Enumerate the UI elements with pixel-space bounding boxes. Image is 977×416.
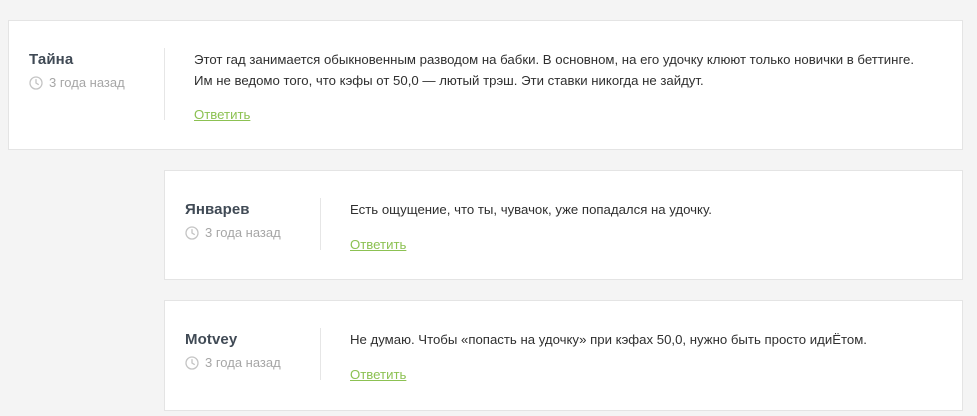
comment-time: 3 года назад xyxy=(185,225,281,240)
comment-card: Тайна 3 года назад Этот гад занимается о… xyxy=(8,20,963,150)
comment-time-label: 3 года назад xyxy=(205,225,281,240)
comment-text: Этот гад занимается обыкновенным разводо… xyxy=(194,52,914,88)
comment-divider xyxy=(320,198,321,250)
comment-card-reply: Motvey 3 года назад Не думаю. Чтобы «поп… xyxy=(164,300,963,411)
comment-meta: Тайна 3 года назад xyxy=(29,51,125,90)
comment-divider xyxy=(164,48,165,120)
comment-meta: Motvey 3 года назад xyxy=(185,331,281,370)
reply-link[interactable]: Ответить xyxy=(194,107,250,122)
comment-author: Январев xyxy=(185,201,250,218)
comment-time: 3 года назад xyxy=(185,355,281,370)
comment-text: Не думаю. Чтобы «попасть на удочку» при … xyxy=(350,332,867,347)
clock-icon xyxy=(185,225,199,240)
comment-text: Есть ощущение, что ты, чувачок, уже попа… xyxy=(350,202,712,217)
comment-author: Motvey xyxy=(185,331,238,348)
reply-link[interactable]: Ответить xyxy=(350,367,406,382)
comment-time: 3 года назад xyxy=(29,75,125,90)
comment-divider xyxy=(320,328,321,380)
comment-author: Тайна xyxy=(29,51,74,68)
comment-meta: Январев 3 года назад xyxy=(185,201,281,240)
clock-icon xyxy=(185,355,199,370)
clock-icon xyxy=(29,75,43,90)
comment-time-label: 3 года назад xyxy=(49,75,125,90)
reply-link[interactable]: Ответить xyxy=(350,237,406,252)
comment-card-reply: Январев 3 года назад Есть ощущение, что … xyxy=(164,170,963,280)
comment-time-label: 3 года назад xyxy=(205,355,281,370)
